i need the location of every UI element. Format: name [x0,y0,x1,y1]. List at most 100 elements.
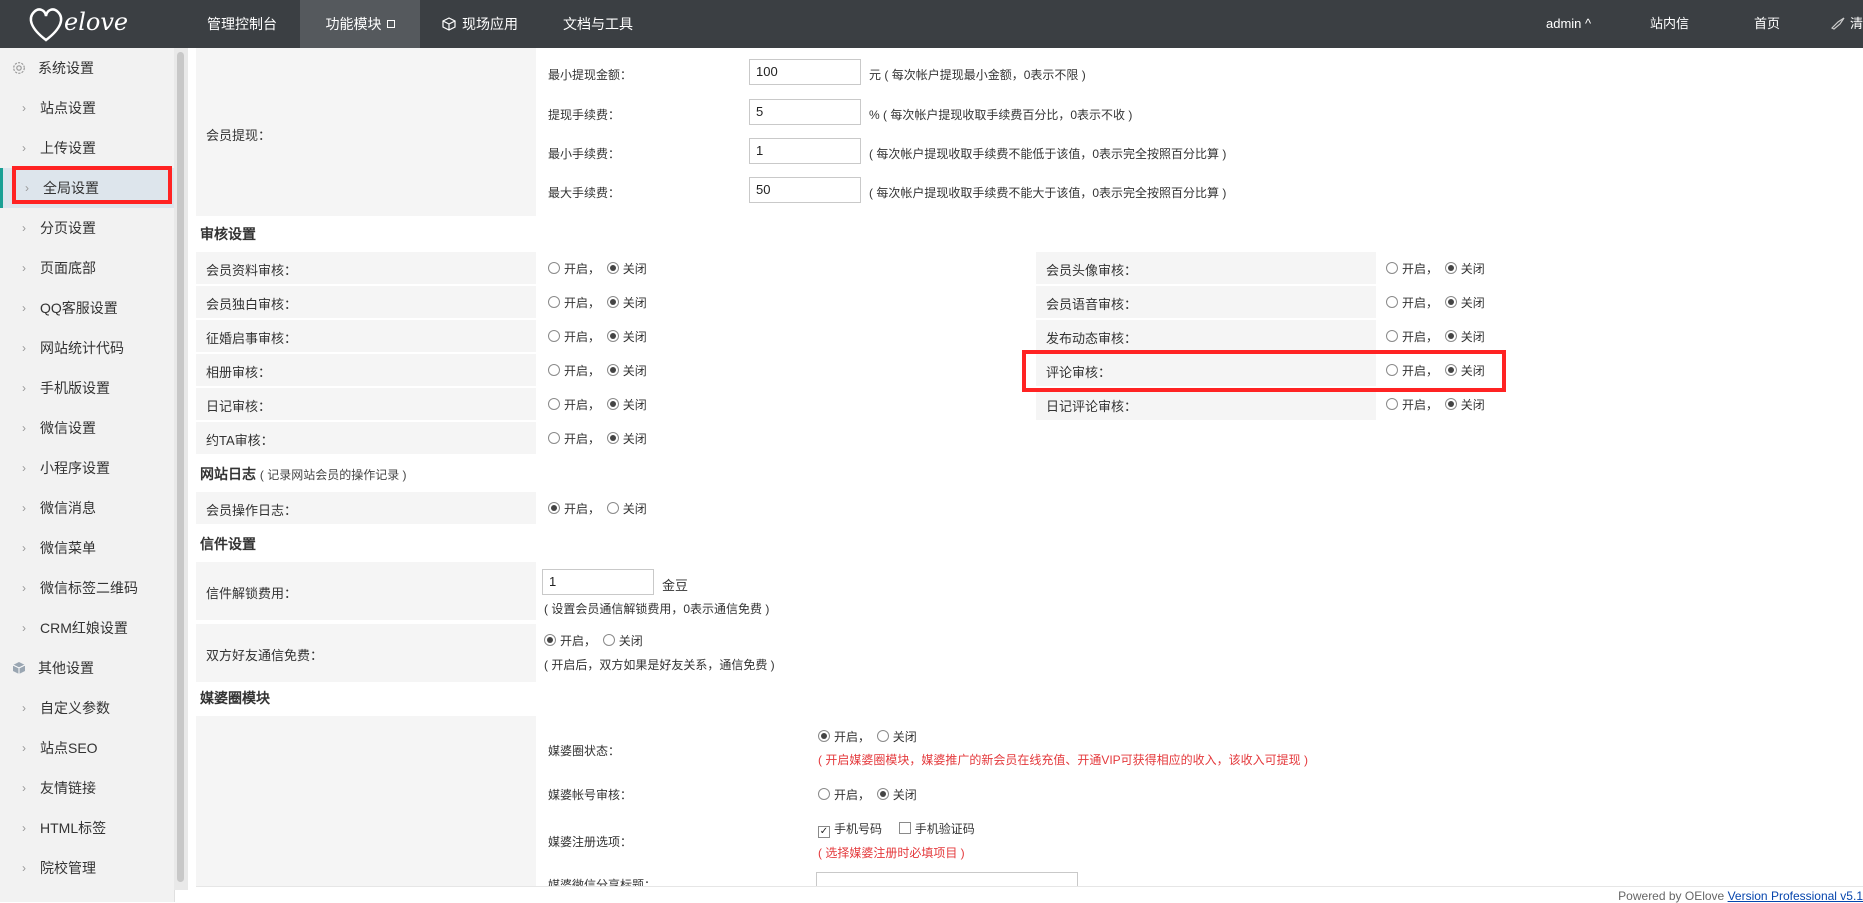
audit-right-0-radios[interactable]: 开启， 关闭 [1386,260,1485,277]
sidebar-item-global[interactable]: › 全局设置 [0,168,174,208]
radio-checked-icon[interactable] [606,364,619,376]
sidebar-item-wechat-menu[interactable]: › 微信菜单 [0,528,174,568]
checkbox-icon[interactable] [898,822,911,834]
radio-icon[interactable] [876,730,889,742]
sidebar-scrollbar-thumb[interactable] [177,52,184,882]
max-fee-label: 最大手续费： [548,186,621,200]
audit-right-2-radios[interactable]: 开启， 关闭 [1386,328,1485,345]
audit-right-3-radios[interactable]: 开启， 关闭 [1386,362,1485,379]
radio-icon[interactable] [602,634,615,646]
letter-free-hint: ( 开启后，双方如果是好友关系，通信免费 ) [544,658,775,672]
audit-label: 发布动态审核： [1046,331,1138,346]
radio-checked-icon[interactable] [1444,262,1457,274]
nav-onsite-apps[interactable]: 现场应用 [420,0,540,48]
link-clear-cache[interactable]: 清 [1830,0,1863,48]
log-radios[interactable]: 开启， 关闭 [548,500,647,517]
nav-docs-tools[interactable]: 文档与工具 [548,0,648,48]
radio-checked-icon[interactable] [1444,364,1457,376]
matchmaker-status-radios[interactable]: 开启， 关闭 [818,728,917,745]
radio-checked-icon[interactable] [1444,296,1457,308]
sidebar-item-links[interactable]: › 友情链接 [0,768,174,808]
radio-icon[interactable] [818,788,830,800]
radio-on-label: 开启， [564,330,601,344]
audit-left-1-radios[interactable]: 开启， 关闭 [548,294,647,311]
audit-label: 会员独白审核： [206,297,298,312]
sidebar-item-site[interactable]: › 站点设置 [0,88,174,128]
radio-icon[interactable] [548,296,560,308]
link-messages[interactable]: 站内信 [1650,0,1689,48]
footer-version-link[interactable]: Version Professional v5.1 [1728,889,1863,903]
sidebar-item-wechat-msg[interactable]: › 微信消息 [0,488,174,528]
nav-console[interactable]: 管理控制台 [186,0,298,48]
radio-off-label: 关闭 [622,330,647,344]
radio-icon[interactable] [548,432,560,444]
sidebar-item-footer[interactable]: › 页面底部 [0,248,174,288]
radio-checked-icon[interactable] [606,432,619,444]
matchmaker-share-input[interactable] [816,872,1078,886]
radio-checked-icon[interactable] [818,730,830,742]
sidebar-group-system[interactable]: 系统设置 [0,48,174,88]
checkbox-checked-icon[interactable]: ✓ [818,826,830,838]
radio-checked-icon[interactable] [606,296,619,308]
matchmaker-account-radios[interactable]: 开启， 关闭 [818,786,917,803]
audit-right-1-radios[interactable]: 开启， 关闭 [1386,294,1485,311]
matchmaker-reg-options[interactable]: ✓ 手机号码 手机验证码 [818,820,975,838]
link-clear-label: 清 [1850,16,1863,31]
audit-left-0-radios[interactable]: 开启， 关闭 [548,260,647,277]
audit-right-4-radios[interactable]: 开启， 关闭 [1386,396,1485,413]
sidebar-item-custom-params[interactable]: › 自定义参数 [0,688,174,728]
radio-icon[interactable] [548,330,560,342]
radio-checked-icon[interactable] [606,262,619,274]
radio-icon[interactable] [548,364,560,376]
audit-left-5-radios[interactable]: 开启， 关闭 [548,430,647,447]
sidebar-item-label: 微信消息 [40,500,96,516]
radio-checked-icon[interactable] [876,788,889,800]
sidebar-item-stats-code[interactable]: › 网站统计代码 [0,328,174,368]
withdraw-fee-input[interactable]: 5 [749,99,861,125]
sidebar-group-other[interactable]: 其他设置 [0,648,174,688]
radio-on-label: 开启， [834,730,871,744]
min-fee-input[interactable]: 1 [749,138,861,164]
sidebar-item-crm[interactable]: › CRM红娘设置 [0,608,174,648]
radio-checked-icon[interactable] [548,502,560,514]
audit-row: 日记审核： [196,388,536,420]
radio-icon[interactable] [1386,398,1398,410]
radio-icon[interactable] [1386,262,1398,274]
sidebar-item-wechat-qrcode[interactable]: › 微信标签二维码 [0,568,174,608]
sidebar-item-upload[interactable]: › 上传设置 [0,128,174,168]
sidebar-item-seo[interactable]: › 站点SEO [0,728,174,768]
radio-icon[interactable] [548,262,560,274]
user-menu[interactable]: admin ^ [1546,0,1591,48]
radio-icon[interactable] [606,502,619,514]
radio-icon[interactable] [548,398,560,410]
radio-checked-icon[interactable] [544,634,556,646]
link-home[interactable]: 首页 [1754,0,1780,48]
max-fee-input[interactable]: 50 [749,177,861,203]
sidebar-item-html-tags[interactable]: › HTML标签 [0,808,174,848]
audit-left-4-radios[interactable]: 开启， 关闭 [548,396,647,413]
min-withdraw-input[interactable]: 100 [749,59,861,85]
letter-unlock-input[interactable]: 1 [542,569,654,595]
chevron-right-icon: › [22,221,26,235]
radio-on-label: 开启， [564,364,601,378]
audit-left-3-radios[interactable]: 开启， 关闭 [548,362,647,379]
nav-modules[interactable]: 功能模块 [300,0,420,48]
sidebar-item-miniprogram[interactable]: › 小程序设置 [0,448,174,488]
radio-icon[interactable] [1386,364,1398,376]
section-log-subtitle: ( 记录网站会员的操作记录 ) [259,468,407,482]
logo[interactable]: elove [22,0,172,48]
radio-icon[interactable] [1386,330,1398,342]
radio-checked-icon[interactable] [606,330,619,342]
sidebar-item-mobile[interactable]: › 手机版设置 [0,368,174,408]
radio-checked-icon[interactable] [1444,330,1457,342]
sidebar-item-schools[interactable]: › 院校管理 [0,848,174,888]
letter-free-radios[interactable]: 开启， 关闭 [544,632,643,649]
radio-checked-icon[interactable] [1444,398,1457,410]
sidebar-item-wechat[interactable]: › 微信设置 [0,408,174,448]
section-matchmaker-title: 媒婆圈模块 [200,690,270,706]
radio-icon[interactable] [1386,296,1398,308]
audit-left-2-radios[interactable]: 开启， 关闭 [548,328,647,345]
radio-checked-icon[interactable] [606,398,619,410]
sidebar-item-qq[interactable]: › QQ客服设置 [0,288,174,328]
sidebar-item-paging[interactable]: › 分页设置 [0,208,174,248]
